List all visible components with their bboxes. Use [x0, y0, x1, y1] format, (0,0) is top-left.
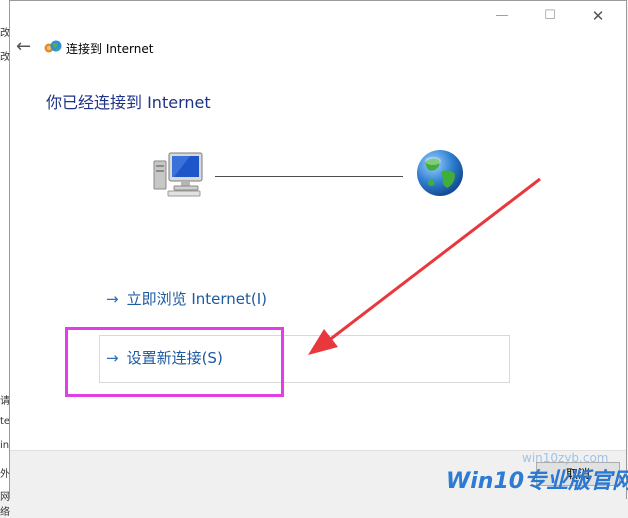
maximize-button[interactable]: ☐: [535, 5, 565, 27]
title-bar: — ☐ ✕: [10, 1, 626, 31]
minimize-button[interactable]: —: [487, 5, 517, 27]
browse-internet-label: 立即浏览 Internet(I): [126, 290, 268, 308]
browse-internet-link[interactable]: → 立即浏览 Internet(I): [106, 288, 267, 309]
watermark-url: win10zyb.com: [522, 451, 609, 465]
arrow-right-icon: →: [106, 290, 119, 308]
network-connection-icon: [44, 40, 62, 53]
watermark-brand-cn: 专业版官网: [524, 469, 628, 494]
annotation-highlight-box: [65, 327, 284, 397]
dialog-title: 连接到 Internet: [66, 42, 154, 56]
back-button[interactable]: ←: [16, 37, 31, 57]
watermark: win10zyb.com Win10专业版官网: [446, 451, 628, 495]
connection-line: [215, 176, 403, 177]
page-heading: 你已经连接到 Internet: [46, 93, 211, 112]
close-button[interactable]: ✕: [583, 5, 613, 27]
watermark-brand: Win10: [446, 469, 525, 494]
computer-monitor-icon: [153, 152, 203, 197]
connect-to-internet-dialog: — ☐ ✕ ← 连接到 Internet 你已经连接到 Internet → 立…: [9, 0, 628, 501]
background-text-fragment: in: [0, 440, 10, 451]
globe-icon: [417, 150, 463, 196]
annotation-arrow: [308, 177, 541, 355]
